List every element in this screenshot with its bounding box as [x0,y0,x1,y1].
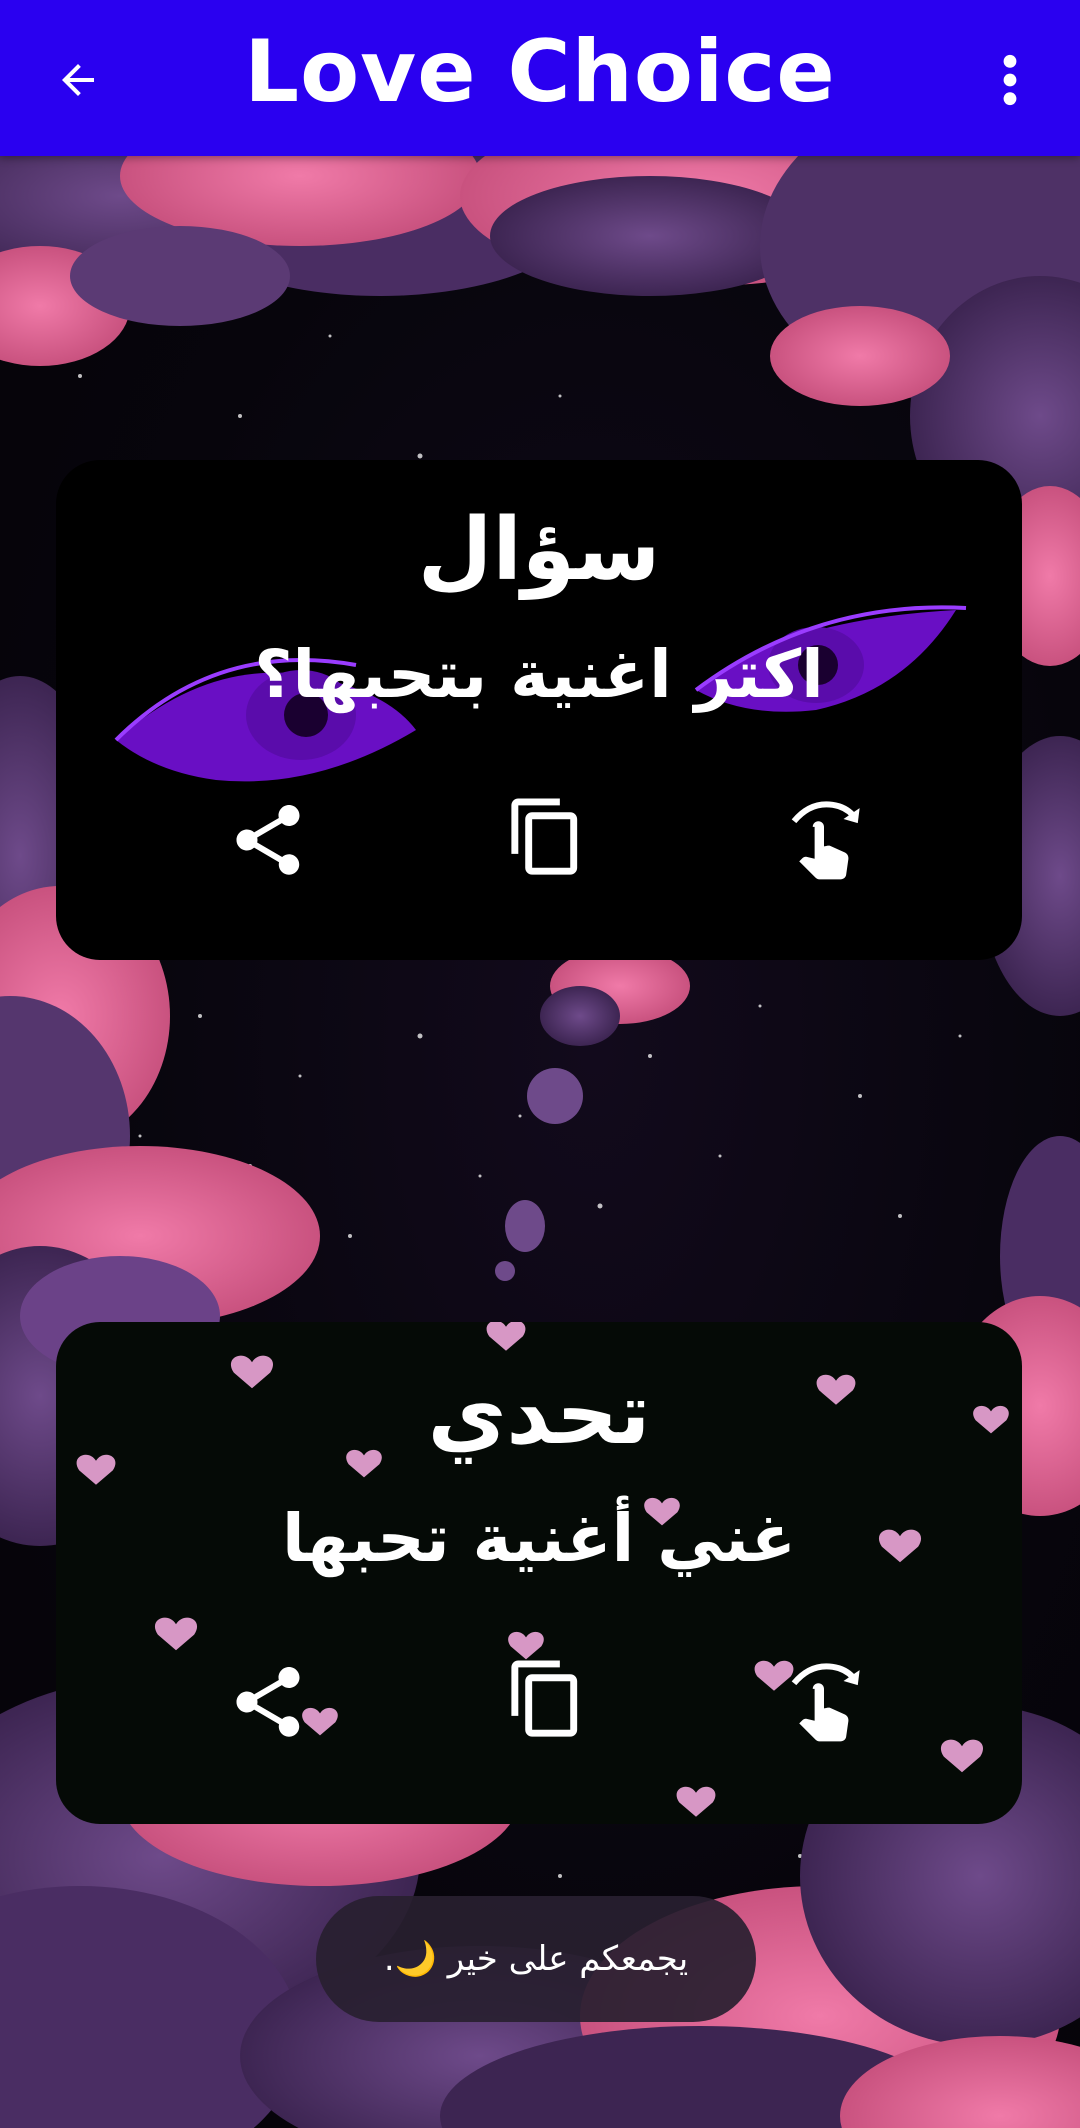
challenge-card-title: تحدي [427,1364,651,1464]
center-puffs [495,948,690,1281]
question-copy-button[interactable] [496,790,596,890]
background-scene [0,156,1080,2128]
tap-refresh-icon [791,801,860,880]
question-card: سؤال اكتر اغنية بتحبها؟ [56,460,1022,960]
challenge-next-button[interactable] [774,1652,874,1752]
challenge-copy-button[interactable] [496,1652,596,1752]
challenge-card-actions [56,1652,1022,1752]
overflow-menu-button[interactable] [986,48,1034,112]
share-icon [236,1667,300,1737]
question-share-button[interactable] [218,790,318,890]
question-card-text: اكتر اغنية بتحبها؟ [254,636,824,713]
challenge-card: تحدي غني أغنية تحبها [56,1322,1022,1824]
share-icon [236,805,300,875]
copy-icon [511,1660,578,1737]
tap-refresh-icon [791,1663,860,1742]
copy-icon [511,798,578,875]
question-card-actions [56,790,1022,890]
cloud-space-illustration [0,156,1080,2128]
question-next-button[interactable] [774,790,874,890]
toast-message: يجمعكم على خير 🌙. [316,1896,756,2022]
more-vert-icon [1003,54,1017,106]
question-card-title: سؤال [417,500,661,600]
app-title: Love Choice [244,22,836,122]
challenge-share-button[interactable] [218,1652,318,1752]
app-bar: Love Choice [0,0,1080,156]
toast-text: يجمعكم على خير 🌙. [383,1939,689,1979]
challenge-card-text: غني أغنية تحبها [281,1500,796,1577]
